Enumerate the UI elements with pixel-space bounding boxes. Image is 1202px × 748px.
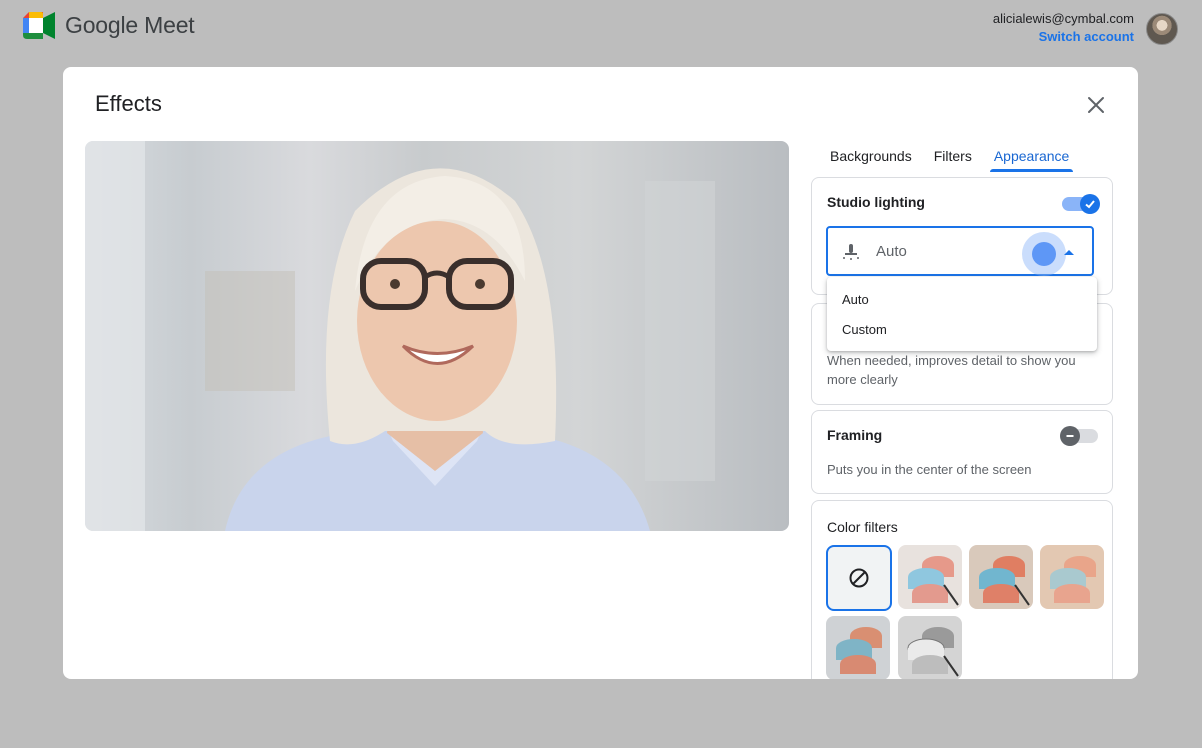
cups-thumbnail (826, 616, 890, 679)
cups-thumbnail (969, 545, 1033, 609)
filter-swatch[interactable] (969, 545, 1033, 609)
filter-none-swatch[interactable] (826, 545, 892, 611)
avatar[interactable] (1146, 13, 1178, 45)
google-meet-logo: Google Meet (23, 12, 195, 39)
arrow-up-icon (1064, 250, 1074, 255)
cups-thumbnail (1040, 545, 1104, 609)
camera-preview (85, 141, 789, 531)
switch-account-link[interactable]: Switch account (993, 27, 1134, 47)
cups-thumbnail (898, 545, 962, 609)
studio-lighting-title: Studio lighting (827, 194, 925, 210)
tab-appearance[interactable]: Appearance (989, 141, 1073, 172)
menu-item-custom[interactable]: Custom (842, 322, 887, 337)
filter-swatch[interactable] (898, 545, 962, 609)
account-info: alicialewis@cymbal.com Switch account (993, 11, 1134, 47)
color-filters-title: Color filters (827, 519, 898, 535)
account-email: alicialewis@cymbal.com (992, 11, 1134, 26)
check-icon (1080, 194, 1100, 214)
tab-filters[interactable]: Filters (934, 141, 972, 171)
color-filters-card: Color filters (811, 500, 1113, 679)
dialog-title: Effects (95, 91, 162, 116)
low-light-description: When needed, improves detail to show you… (827, 353, 1076, 387)
person-illustration (85, 141, 715, 531)
menu-item-auto[interactable]: Auto (842, 292, 869, 307)
lighting-mode-value: Auto (876, 243, 907, 260)
framing-title: Framing (827, 427, 883, 443)
filter-swatch[interactable] (1040, 545, 1104, 609)
lighting-mode-menu: Auto Custom (827, 277, 1097, 351)
app-name: Google Meet (65, 12, 195, 38)
no-filter-icon (849, 568, 869, 588)
filter-swatch[interactable] (826, 616, 890, 679)
lighting-mode-select[interactable]: Auto (826, 226, 1094, 276)
minus-icon (1060, 426, 1080, 446)
tab-backgrounds[interactable]: Backgrounds (830, 141, 912, 171)
framing-description: Puts you in the center of the screen (827, 462, 1032, 477)
cups-thumbnail (898, 616, 962, 679)
studio-lighting-toggle[interactable] (1062, 194, 1100, 214)
filter-swatch[interactable] (898, 616, 962, 679)
meet-camera-icon (23, 12, 55, 39)
lightbulb-icon (843, 244, 859, 260)
effects-dialog: Effects Backgrounds Filters Appearance S… (63, 67, 1138, 679)
framing-toggle[interactable] (1060, 426, 1098, 446)
click-indicator (1022, 232, 1066, 276)
effects-tabs: Backgrounds Filters Appearance (830, 141, 1091, 172)
close-icon[interactable] (1084, 93, 1108, 117)
framing-card: Framing Puts you in the center of the sc… (811, 410, 1113, 494)
